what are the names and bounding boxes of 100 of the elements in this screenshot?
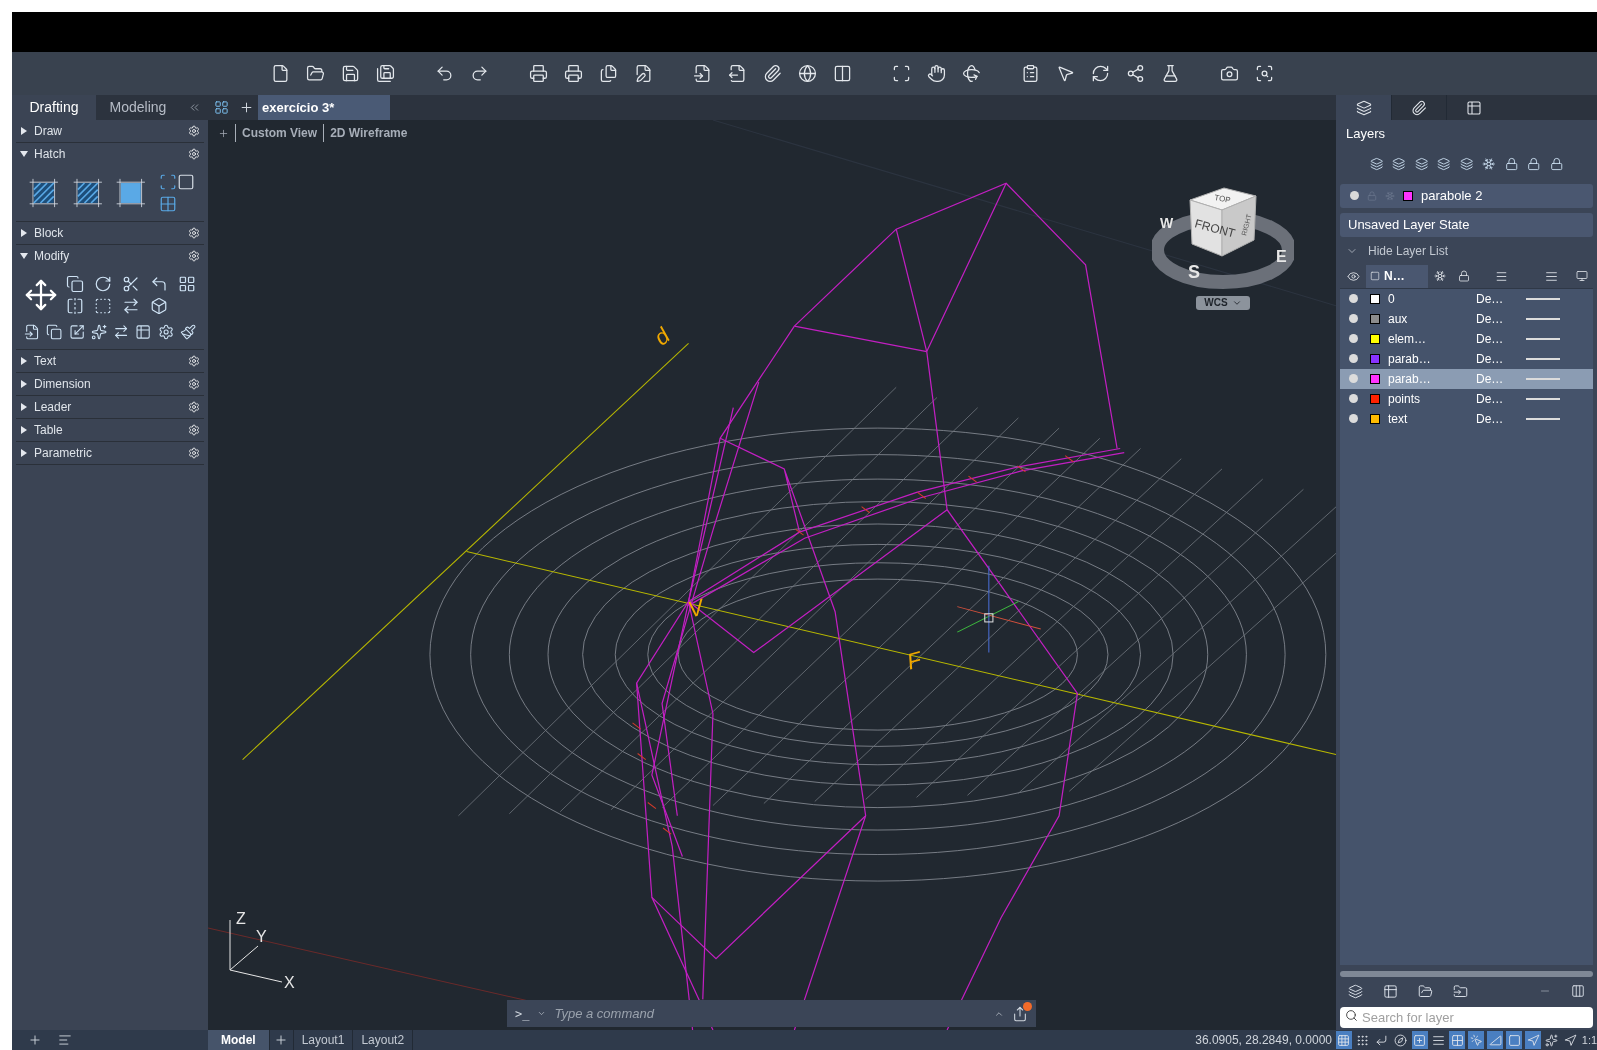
layer-search-field[interactable]: Search for layer [1340, 1007, 1593, 1028]
settings-icon[interactable] [188, 148, 200, 160]
status-toggle[interactable] [1468, 1031, 1485, 1049]
save-as-icon[interactable] [376, 64, 395, 83]
layer-color-swatch[interactable] [1370, 353, 1380, 364]
layer-row[interactable]: 0 De… [1340, 288, 1593, 309]
layer-state-dropdown[interactable]: Unsaved Layer State [1340, 212, 1593, 237]
list-icon[interactable] [58, 1033, 72, 1047]
lock-icon[interactable] [1549, 155, 1563, 172]
edit-page-icon[interactable] [634, 64, 653, 83]
layer-tool-icon[interactable] [1392, 155, 1406, 172]
expand-triangle-icon[interactable] [20, 252, 28, 260]
status-toggle[interactable] [1336, 1031, 1352, 1049]
join-icon[interactable] [113, 323, 130, 341]
region-icon[interactable] [177, 173, 196, 191]
freeze-icon[interactable] [1434, 270, 1446, 282]
box-icon[interactable] [150, 297, 168, 315]
lock-icon[interactable] [1458, 270, 1470, 282]
refresh-icon[interactable] [1091, 64, 1110, 83]
globe-icon[interactable] [798, 64, 817, 83]
layer-tool-icon[interactable] [1414, 155, 1429, 172]
layer-row[interactable]: text De… [1340, 408, 1593, 429]
properties-icon[interactable] [1021, 64, 1040, 83]
settings-icon[interactable] [188, 355, 200, 367]
expand-triangle-icon[interactable] [20, 357, 28, 365]
linetype-icon[interactable] [1544, 269, 1558, 283]
layer-table-icon[interactable] [1383, 983, 1398, 999]
flask-icon[interactable] [1161, 64, 1180, 83]
settings-icon[interactable] [188, 125, 200, 137]
settings-icon[interactable] [188, 227, 200, 239]
columns-icon[interactable] [1571, 984, 1585, 998]
expand-triangle-icon[interactable] [20, 229, 28, 237]
layout-tab[interactable]: Model [208, 1030, 270, 1050]
document-tab[interactable]: exercício 3* [258, 95, 390, 120]
layer-row[interactable]: parab… De… [1340, 348, 1593, 369]
import-icon[interactable] [693, 64, 712, 83]
expand-triangle-icon[interactable] [20, 449, 28, 457]
layer-color-swatch[interactable] [1370, 313, 1380, 324]
layer-tool-icon[interactable] [1459, 155, 1474, 172]
layers-icon[interactable] [1355, 99, 1372, 116]
viewport-menu-icon[interactable] [218, 127, 229, 139]
save-icon[interactable] [341, 64, 360, 83]
attach-icon[interactable] [763, 64, 782, 83]
attach-icon[interactable] [1411, 99, 1427, 116]
status-toggle[interactable] [1392, 1031, 1409, 1049]
printer-icon[interactable] [529, 64, 548, 83]
status-toggle[interactable] [1525, 1031, 1541, 1049]
freeze-icon[interactable] [1482, 155, 1496, 172]
open-folder-icon[interactable] [306, 64, 325, 83]
share-icon[interactable] [1012, 1005, 1028, 1022]
settings-icon[interactable] [188, 378, 200, 390]
palette-section-header[interactable]: Hatch [16, 143, 204, 165]
palette-section-header[interactable]: Draw [16, 120, 204, 142]
new-tab-icon[interactable] [238, 100, 254, 115]
add-icon[interactable] [28, 1033, 42, 1047]
select-icon[interactable] [1056, 64, 1075, 83]
visibility-icon[interactable] [1346, 269, 1360, 283]
redo-icon[interactable] [470, 64, 489, 83]
viewport-control[interactable]: 2D Wireframe [323, 124, 408, 142]
scale-icon[interactable] [68, 323, 85, 341]
nodes-icon[interactable] [1126, 64, 1145, 83]
table-icon[interactable] [1466, 99, 1482, 116]
layer-row[interactable]: elem… De… [1340, 328, 1593, 349]
settings-icon[interactable] [188, 447, 200, 459]
layer-color-swatch[interactable] [1370, 293, 1380, 304]
wcs-button[interactable]: WCS [1196, 296, 1250, 310]
new-file-icon[interactable] [271, 64, 290, 83]
viewport-control[interactable]: Custom View [235, 124, 318, 142]
status-toggle[interactable] [1543, 1031, 1560, 1049]
expand-triangle-icon[interactable] [20, 380, 28, 388]
command-prompt[interactable]: >_ [515, 1004, 530, 1023]
palette-section-header[interactable]: Text [16, 350, 204, 372]
add-layout-icon[interactable] [274, 1033, 289, 1047]
layout-grid-icon[interactable] [213, 100, 229, 115]
array-icon[interactable] [178, 275, 196, 293]
layer-tool-icon[interactable] [1370, 155, 1384, 172]
palette-section-header[interactable]: Dimension [16, 373, 204, 395]
expand-triangle-icon[interactable] [20, 403, 28, 411]
palette-section-header[interactable]: Leader [16, 396, 204, 418]
camera-icon[interactable] [1220, 64, 1239, 83]
undo-icon[interactable] [435, 64, 454, 83]
status-toggle[interactable] [1487, 1031, 1504, 1049]
zoom-window-icon[interactable] [892, 64, 911, 83]
lineweight-icon[interactable] [1494, 269, 1508, 283]
move-icon[interactable] [24, 278, 58, 312]
settings-icon[interactable] [188, 424, 200, 436]
expand-triangle-icon[interactable] [20, 426, 28, 434]
annotation-scale[interactable]: 1:1 [1581, 1031, 1597, 1049]
layer-color-swatch[interactable] [1370, 373, 1380, 384]
layers-icon[interactable] [1348, 983, 1363, 999]
palette-tab[interactable] [1336, 95, 1391, 120]
brush-icon[interactable] [179, 323, 196, 341]
layer-row[interactable]: aux De… [1340, 308, 1593, 329]
name-column-header[interactable]: N… [1366, 264, 1428, 288]
plot-icon[interactable] [1576, 270, 1588, 282]
fillet-icon[interactable] [150, 275, 168, 293]
scan-search-icon[interactable] [1255, 64, 1274, 83]
lock-icon[interactable] [1527, 155, 1541, 172]
palette-section-header[interactable]: Modify [16, 245, 204, 267]
hide-layer-list-toggle[interactable]: Hide Layer List [1368, 241, 1449, 260]
